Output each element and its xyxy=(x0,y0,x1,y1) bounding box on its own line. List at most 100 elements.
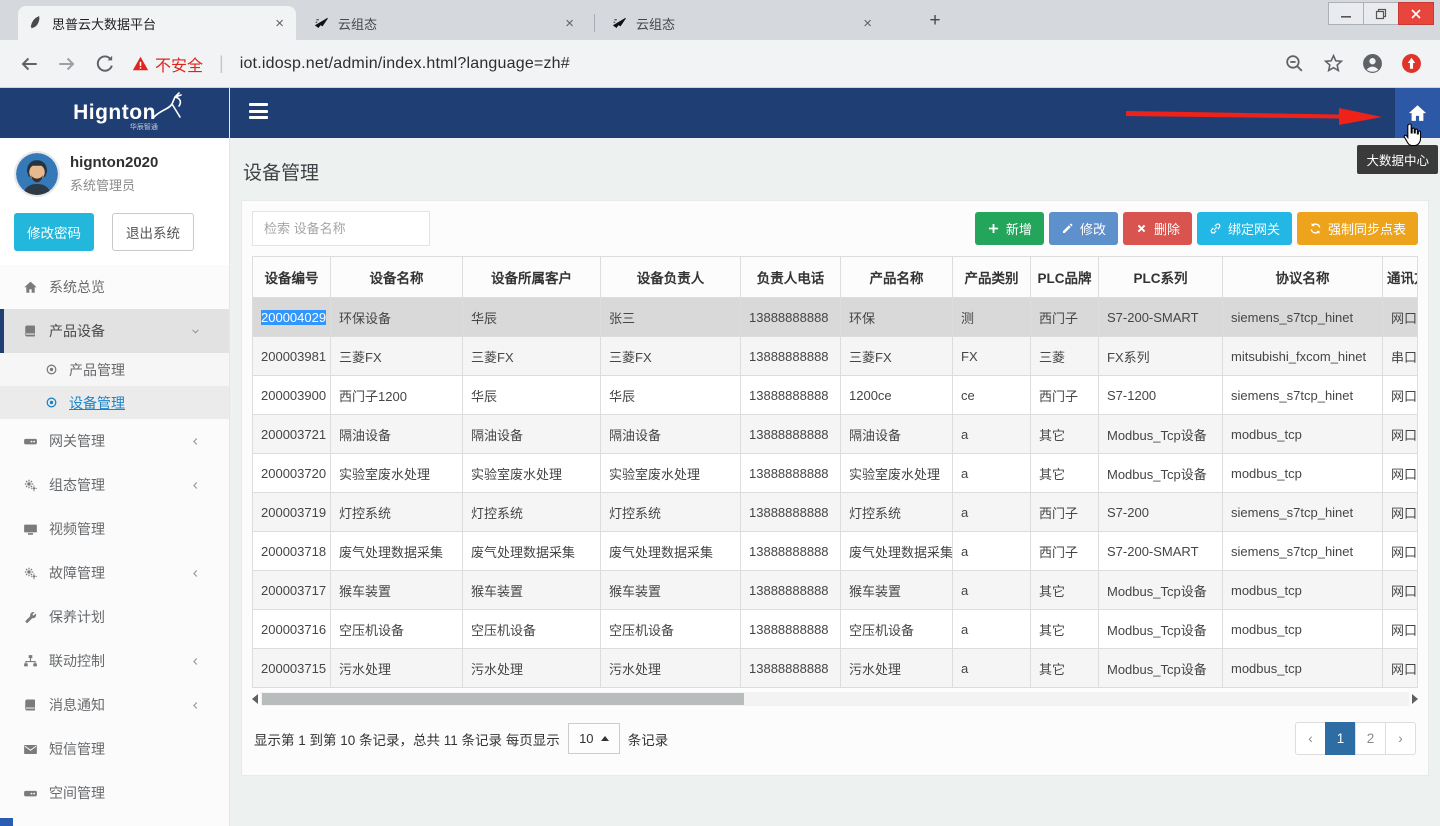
table-cell: 西门子 xyxy=(1031,532,1099,571)
table-cell: 其它 xyxy=(1031,571,1099,610)
tab-close-icon[interactable]: × xyxy=(563,15,576,32)
table-cell: a xyxy=(953,454,1031,493)
sidebar-item-sms-mgmt[interactable]: 短信管理 xyxy=(0,727,229,771)
forward-icon[interactable] xyxy=(56,53,78,75)
change-password-button[interactable]: 修改密码 xyxy=(14,213,94,251)
table-cell: 猴车装置 xyxy=(463,571,601,610)
scrollbar-thumb[interactable] xyxy=(262,693,744,705)
column-header[interactable]: 设备编号 xyxy=(253,257,331,298)
sidebar-item-overview[interactable]: 系统总览 xyxy=(0,265,229,309)
reload-icon[interactable] xyxy=(94,53,116,75)
table-cell: 200003721 xyxy=(253,415,331,454)
tab-close-icon[interactable]: × xyxy=(273,15,286,32)
sidebar-item-maintenance-plan[interactable]: 保养计划 xyxy=(0,595,229,639)
table-cell: a xyxy=(953,610,1031,649)
user-avatar[interactable] xyxy=(14,151,60,197)
sidebar-item-config-mgmt[interactable]: 组态管理 xyxy=(0,463,229,507)
table-row[interactable]: 200003981三菱FX三菱FX三菱FX13888888888三菱FXFX三菱… xyxy=(253,337,1418,376)
browser-tab-1[interactable]: 思普云大数据平台 × xyxy=(18,6,296,40)
column-header[interactable]: 设备负责人 xyxy=(601,257,741,298)
column-header[interactable]: 设备名称 xyxy=(331,257,463,298)
browser-tab-2[interactable]: 云组态 × xyxy=(304,6,586,40)
pager-prev-button[interactable]: ‹ xyxy=(1295,722,1326,755)
search-input[interactable] xyxy=(252,211,430,246)
column-header[interactable]: PLC系列 xyxy=(1099,257,1223,298)
column-header[interactable]: 设备所属客户 xyxy=(463,257,601,298)
table-row[interactable]: 200003900西门子1200华辰华辰138888888881200cece西… xyxy=(253,376,1418,415)
sidebar-item-device-mgmt[interactable]: 设备管理 xyxy=(0,386,229,419)
table-cell: S7-200-SMART xyxy=(1099,532,1223,571)
tab-close-icon[interactable]: × xyxy=(861,15,874,32)
table-row[interactable]: 200003720实验室废水处理实验室废水处理实验室废水处理1388888888… xyxy=(253,454,1418,493)
table-cell: 三菱FX xyxy=(331,337,463,376)
table-row[interactable]: 200003721隔油设备隔油设备隔油设备13888888888隔油设备a其它M… xyxy=(253,415,1418,454)
table-cell: 废气处理数据采集 xyxy=(331,532,463,571)
page-size-dropdown[interactable]: 10 xyxy=(568,723,620,754)
sidebar-item-product-device[interactable]: 产品设备 xyxy=(0,309,229,353)
column-header[interactable]: PLC品牌 xyxy=(1031,257,1099,298)
hamburger-menu-icon[interactable] xyxy=(249,103,269,123)
column-header[interactable]: 产品名称 xyxy=(841,257,953,298)
edit-button[interactable]: 修改 xyxy=(1049,212,1118,245)
force-sync-button[interactable]: 强制同步点表 xyxy=(1297,212,1418,245)
security-warning[interactable]: 不安全 xyxy=(132,52,203,76)
url-text[interactable]: iot.idosp.net/admin/index.html?language=… xyxy=(240,55,570,73)
add-button[interactable]: 新增 xyxy=(975,212,1044,245)
table-cell: siemens_s7tcp_hinet xyxy=(1223,376,1383,415)
sidebar-item-label: 保养计划 xyxy=(49,607,105,627)
window-close-button[interactable] xyxy=(1398,2,1434,25)
logout-button[interactable]: 退出系统 xyxy=(112,213,194,251)
table-cell: 废气处理数据采集 xyxy=(601,532,741,571)
scroll-right-icon[interactable] xyxy=(1412,694,1418,704)
column-header[interactable]: 负责人电话 xyxy=(741,257,841,298)
sidebar-item-message-notice[interactable]: 消息通知 xyxy=(0,683,229,727)
table-row[interactable]: 200003716空压机设备空压机设备空压机设备13888888888空压机设备… xyxy=(253,610,1418,649)
window-minimize-button[interactable] xyxy=(1328,2,1364,25)
bookmark-star-icon[interactable] xyxy=(1323,53,1344,74)
table-row[interactable]: 200003715污水处理污水处理污水处理13888888888污水处理a其它M… xyxy=(253,649,1418,688)
sidebar-item-product-mgmt[interactable]: 产品管理 xyxy=(0,353,229,386)
profile-avatar-icon[interactable] xyxy=(1362,53,1383,74)
chev-left-icon xyxy=(189,435,202,448)
window-restore-button[interactable] xyxy=(1363,2,1399,25)
table-cell: 华辰 xyxy=(463,376,601,415)
pager-page-1-button[interactable]: 1 xyxy=(1325,722,1356,755)
sidebar-item-space-mgmt[interactable]: 空间管理 xyxy=(0,771,229,815)
bind-gateway-button[interactable]: 绑定网关 xyxy=(1197,212,1292,245)
table-cell: 环保设备 xyxy=(331,298,463,337)
link-icon xyxy=(1209,222,1222,235)
scrollbar-track[interactable] xyxy=(261,692,1409,706)
column-header[interactable]: 通讯方式 xyxy=(1383,257,1418,298)
extension-badge-icon[interactable] xyxy=(1401,53,1422,74)
column-header[interactable]: 协议名称 xyxy=(1223,257,1383,298)
table-cell: 污水处理 xyxy=(463,649,601,688)
table-cell: 废气处理数据采集 xyxy=(841,532,953,571)
pager-page-2-button[interactable]: 2 xyxy=(1355,722,1386,755)
pager-next-button[interactable]: › xyxy=(1385,722,1416,755)
table-row[interactable]: 200003717猴车装置猴车装置猴车装置13888888888猴车装置a其它M… xyxy=(253,571,1418,610)
table-cell: a xyxy=(953,532,1031,571)
table-cell: 网口 xyxy=(1383,532,1418,571)
scroll-left-icon[interactable] xyxy=(252,694,258,704)
button-label: 修改 xyxy=(1080,219,1106,238)
new-tab-button[interactable]: + xyxy=(922,8,948,34)
sidebar-item-linkage-control[interactable]: 联动控制 xyxy=(0,639,229,683)
browser-tab-3[interactable]: 云组态 × xyxy=(602,6,884,40)
brand-logo[interactable]: Hignton 华辰智通 xyxy=(0,88,229,138)
hdd-icon xyxy=(23,786,38,801)
hdd-icon xyxy=(23,434,38,449)
table-cell: Modbus_Tcp设备 xyxy=(1099,454,1223,493)
zoom-out-icon[interactable] xyxy=(1284,53,1305,74)
sidebar-item-fault-mgmt[interactable]: 故障管理 xyxy=(0,551,229,595)
sidebar-item-label: 产品管理 xyxy=(69,360,125,380)
table-row[interactable]: 200003718废气处理数据采集废气处理数据采集废气处理数据采集1388888… xyxy=(253,532,1418,571)
sidebar-item-gateway-mgmt[interactable]: 网关管理 xyxy=(0,419,229,463)
delete-button[interactable]: 删除 xyxy=(1123,212,1192,245)
table-row[interactable]: 200004029环保设备华辰张三13888888888环保测西门子S7-200… xyxy=(253,298,1418,337)
column-header[interactable]: 产品类别 xyxy=(953,257,1031,298)
horizontal-scrollbar[interactable] xyxy=(252,691,1418,707)
back-icon[interactable] xyxy=(18,53,40,75)
table-row[interactable]: 200003719灯控系统灯控系统灯控系统13888888888灯控系统a西门子… xyxy=(253,493,1418,532)
button-label: 绑定网关 xyxy=(1228,219,1280,238)
sidebar-item-video-mgmt[interactable]: 视频管理 xyxy=(0,507,229,551)
